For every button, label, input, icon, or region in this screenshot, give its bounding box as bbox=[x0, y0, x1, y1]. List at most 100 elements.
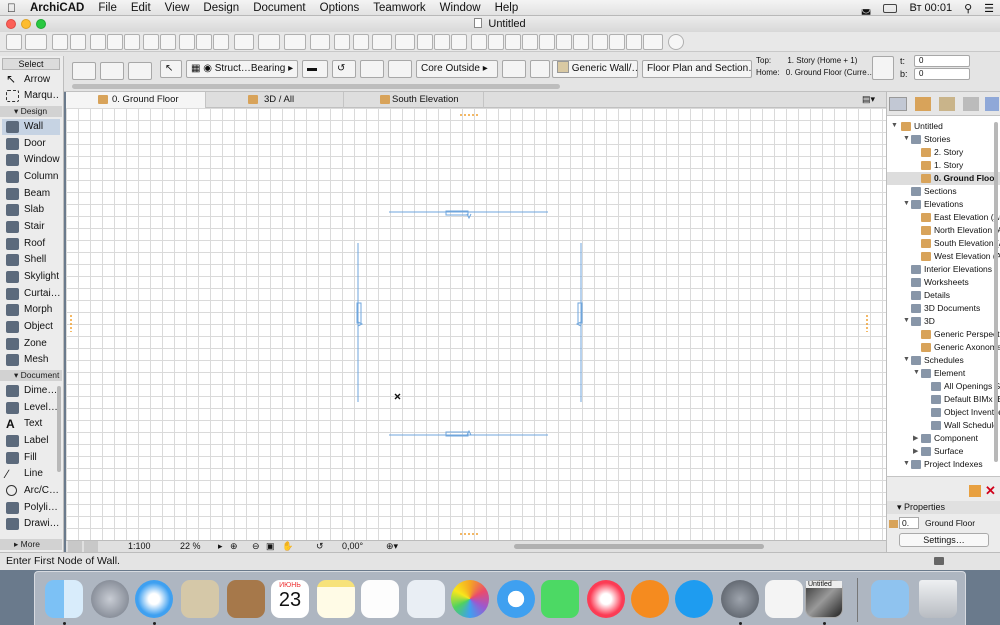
profile-selector[interactable]: ↺ bbox=[332, 60, 356, 78]
top-link-value[interactable]: 1. Story (Home + 1) bbox=[787, 56, 857, 65]
floor-plan-canvas[interactable] bbox=[66, 108, 886, 540]
nav-schedules[interactable]: Schedules bbox=[911, 354, 964, 367]
layout-book-icon[interactable] bbox=[963, 97, 979, 111]
grid-snap-icon[interactable] bbox=[310, 34, 330, 50]
teamwork-icon[interactable] bbox=[643, 34, 663, 50]
resize-icon[interactable] bbox=[573, 34, 589, 50]
spotlight-icon[interactable]: ⚲ bbox=[964, 2, 972, 15]
trace-icon[interactable] bbox=[234, 34, 254, 50]
tool-fill[interactable]: Fill bbox=[2, 450, 60, 466]
tool-text[interactable]: A Text bbox=[2, 416, 60, 432]
zoom-options-icon[interactable]: ⊕▾ bbox=[386, 541, 398, 552]
system-preferences-icon[interactable] bbox=[721, 580, 759, 618]
nav-surface[interactable]: Surface bbox=[921, 445, 963, 458]
zoom-level[interactable]: 22 % bbox=[180, 541, 201, 552]
nav-generic-perspective[interactable]: Generic Perspecti bbox=[921, 328, 1000, 341]
geometry-method-selector[interactable] bbox=[72, 62, 96, 80]
facetime-icon[interactable] bbox=[541, 580, 579, 618]
close-window-button[interactable] bbox=[6, 19, 16, 29]
core-selector[interactable]: Core Outside ▸ bbox=[416, 60, 498, 78]
tab-3d-all[interactable]: 3D / All bbox=[206, 92, 344, 108]
floor-plan-section-button[interactable]: Floor Plan and Section… bbox=[642, 60, 752, 78]
zoom-view-icon[interactable] bbox=[84, 541, 98, 552]
properties-header[interactable]: ▾ Properties bbox=[887, 501, 1000, 514]
orientation-angle[interactable]: 0,00° bbox=[342, 541, 363, 552]
keyboard-icon[interactable] bbox=[883, 3, 898, 13]
trim-icon[interactable] bbox=[488, 34, 504, 50]
tool-beam[interactable]: Beam bbox=[2, 186, 60, 202]
lock-icon[interactable] bbox=[395, 34, 415, 50]
tool-shell[interactable]: Shell bbox=[2, 252, 60, 268]
design-group-header[interactable]: ▾ Design bbox=[0, 106, 62, 117]
tool-slab[interactable]: Slab bbox=[2, 202, 60, 218]
tool-level-dimension[interactable]: Level… bbox=[2, 400, 60, 416]
cancel-icon[interactable] bbox=[451, 34, 467, 50]
tool-wall[interactable]: Wall bbox=[2, 119, 60, 135]
split-icon[interactable] bbox=[505, 34, 521, 50]
menu-teamwork[interactable]: Teamwork bbox=[366, 2, 432, 14]
calendar-icon[interactable]: ИЮНЬ 23 bbox=[271, 580, 309, 618]
pan-hand-icon[interactable]: ✋ bbox=[282, 541, 293, 552]
wifi-icon[interactable]: ◛ bbox=[861, 2, 872, 15]
reference-line-offset[interactable] bbox=[502, 60, 526, 78]
app-menu[interactable]: ArchiCAD bbox=[23, 2, 91, 14]
tool-column[interactable]: Column bbox=[2, 169, 60, 185]
pan-view-icon[interactable] bbox=[68, 541, 82, 552]
tool-object[interactable]: Object bbox=[2, 319, 60, 335]
menu-help[interactable]: Help bbox=[488, 2, 526, 14]
arrange-icon[interactable] bbox=[372, 34, 392, 50]
toolbox-scrollbar[interactable] bbox=[57, 386, 61, 472]
navigator-scrollbar[interactable] bbox=[994, 122, 998, 462]
trash-icon[interactable] bbox=[919, 580, 957, 618]
nav-3d-documents[interactable]: 3D Documents bbox=[911, 302, 980, 315]
messages-icon[interactable] bbox=[497, 580, 535, 618]
adjust-icon[interactable] bbox=[522, 34, 538, 50]
group-icon[interactable] bbox=[353, 34, 369, 50]
zoom-out-icon[interactable]: ⊖ bbox=[252, 541, 260, 552]
scale-selector[interactable]: 1:100 bbox=[128, 541, 151, 552]
tool-stair[interactable]: Stair bbox=[2, 219, 60, 235]
nav-sections[interactable]: Sections bbox=[911, 185, 957, 198]
menu-document[interactable]: Document bbox=[246, 2, 312, 14]
itunes-icon[interactable] bbox=[587, 580, 625, 618]
horizontal-scrollbar[interactable] bbox=[514, 544, 764, 549]
navigator-menu-icon[interactable] bbox=[889, 97, 907, 111]
nav-worksheets[interactable]: Worksheets bbox=[911, 276, 969, 289]
nav-generic-axonometry[interactable]: Generic Axonome bbox=[921, 341, 1000, 354]
tool-arc-circle[interactable]: Arc/C… bbox=[2, 483, 60, 499]
nav-object-inventory[interactable]: Object Inventor bbox=[931, 406, 1000, 419]
nav-all-openings[interactable]: All Openings Sc bbox=[931, 380, 1000, 393]
nav-north-elevation[interactable]: North Elevation (A bbox=[921, 224, 1000, 237]
tool-arrow[interactable]: ↖ Arrow bbox=[2, 72, 60, 88]
line-type-selector[interactable]: ▬ bbox=[302, 60, 328, 78]
menu-view[interactable]: View bbox=[158, 2, 197, 14]
nav-details[interactable]: Details bbox=[911, 289, 950, 302]
tool-roof[interactable]: Roof bbox=[2, 236, 60, 252]
menu-file[interactable]: File bbox=[91, 2, 124, 14]
render-icon[interactable] bbox=[626, 34, 642, 50]
home-story-value[interactable]: 0. Ground Floor (Curre… bbox=[786, 68, 875, 77]
contacts-icon[interactable] bbox=[227, 580, 265, 618]
reminders-icon[interactable] bbox=[361, 580, 399, 618]
tool-morph[interactable]: Morph bbox=[2, 302, 60, 318]
settings-button[interactable]: Settings… bbox=[899, 533, 989, 547]
photos-icon[interactable] bbox=[451, 580, 489, 618]
menu-window[interactable]: Window bbox=[433, 2, 488, 14]
infobox-scrollbar[interactable] bbox=[72, 84, 560, 89]
material-selector[interactable]: Generic Wall/… bbox=[552, 60, 638, 78]
nav-project-root[interactable]: Untitled bbox=[901, 120, 943, 133]
eyedropper-icon[interactable] bbox=[196, 34, 212, 50]
bimx-icon[interactable] bbox=[668, 34, 684, 50]
nav-component[interactable]: Component bbox=[921, 432, 978, 445]
table-icon[interactable] bbox=[434, 34, 450, 50]
tool-line[interactable]: ∕ Line bbox=[2, 466, 60, 482]
select-button[interactable]: Select bbox=[2, 58, 60, 70]
offset-icon[interactable] bbox=[556, 34, 572, 50]
fillet-icon[interactable] bbox=[539, 34, 555, 50]
syringe-icon[interactable] bbox=[213, 34, 229, 50]
properties-name-field[interactable]: Ground Floor bbox=[921, 517, 999, 529]
launchpad-icon[interactable] bbox=[91, 580, 129, 618]
properties-id-field[interactable]: 0. bbox=[899, 517, 919, 529]
copy-icon[interactable] bbox=[107, 34, 123, 50]
downloads-icon[interactable] bbox=[871, 580, 909, 618]
